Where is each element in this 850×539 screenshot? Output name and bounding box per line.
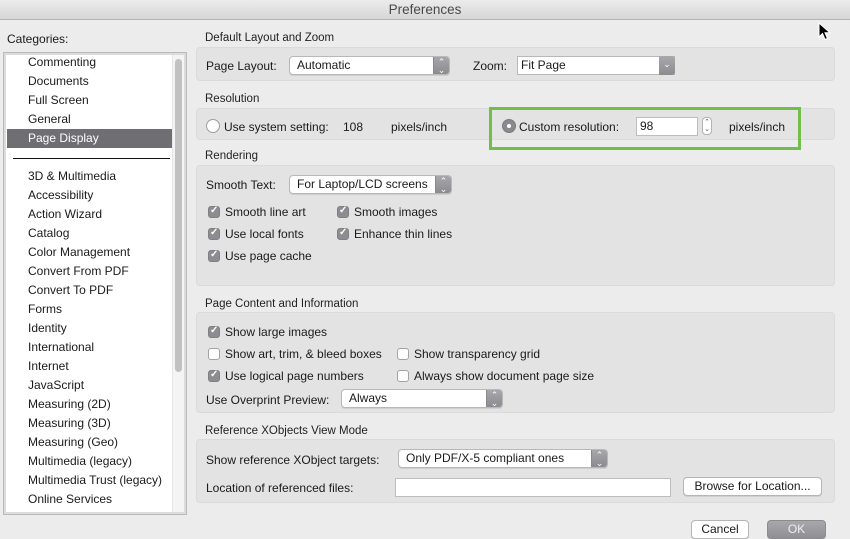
category-item[interactable]: Accessibility [28, 186, 93, 205]
smooth-images-label: Smooth images [354, 205, 438, 219]
window-title: Preferences [388, 2, 462, 17]
updown-chevron-icon: ⌃ ⌄ [433, 57, 449, 74]
use-local-fonts-label: Use local fonts [225, 227, 304, 241]
system-setting-label: Use system setting: [224, 120, 329, 134]
category-item-general[interactable]: General [28, 110, 71, 129]
category-item[interactable]: Forms [28, 300, 62, 319]
category-item[interactable]: Measuring (3D) [28, 414, 111, 433]
categories-label: Categories: [7, 32, 69, 46]
smooth-line-art-checkbox[interactable] [208, 205, 220, 218]
enhance-thin-lines-checkbox[interactable] [337, 227, 349, 240]
xobjects-panel: Show reference XObject targets: Only PDF… [196, 439, 835, 503]
show-art-trim-bleed-label: Show art, trim, & bleed boxes [225, 347, 382, 361]
custom-resolution-highlight [489, 107, 801, 150]
category-item[interactable]: Convert To PDF [28, 281, 113, 300]
category-item[interactable]: Online Services [28, 490, 112, 509]
system-resolution-unit: pixels/inch [391, 120, 448, 134]
system-setting-radio[interactable] [206, 119, 220, 133]
system-resolution-value: 108 [343, 120, 364, 134]
referenced-files-location-input[interactable] [395, 478, 671, 497]
category-item[interactable]: Catalog [28, 224, 69, 243]
category-item[interactable]: 3D & Multimedia [28, 167, 116, 186]
show-transparency-grid-checkbox[interactable] [397, 348, 409, 360]
xobject-targets-value: Only PDF/X-5 compliant ones [406, 451, 565, 465]
category-item[interactable]: Convert From PDF [28, 262, 129, 281]
category-item-page-display[interactable]: Page Display [7, 129, 177, 148]
section-title-rendering: Rendering [205, 150, 259, 162]
page-layout-value: Automatic [297, 58, 351, 72]
ok-button[interactable]: OK [767, 520, 826, 539]
overprint-preview-value: Always [349, 391, 388, 405]
smooth-line-art-label: Smooth line art [225, 205, 306, 219]
section-title-layout-zoom: Default Layout and Zoom [205, 32, 335, 44]
smooth-images-checkbox[interactable] [337, 205, 349, 218]
page-layout-select[interactable]: Automatic ⌃ ⌄ [289, 56, 450, 75]
show-art-trim-bleed-checkbox[interactable] [208, 348, 220, 360]
mouse-cursor-icon [818, 22, 832, 41]
smooth-text-select[interactable]: For Laptop/LCD screens ⌃ ⌄ [289, 175, 452, 194]
use-logical-page-numbers-label: Use logical page numbers [225, 369, 364, 383]
categories-scrollbar[interactable] [172, 55, 184, 512]
show-transparency-grid-label: Show transparency grid [414, 347, 541, 361]
always-show-page-size-checkbox[interactable] [397, 370, 409, 382]
zoom-value: Fit Page [521, 58, 566, 72]
use-page-cache-checkbox[interactable] [208, 249, 220, 262]
smooth-text-label: Smooth Text: [206, 178, 276, 192]
category-item[interactable]: Multimedia Trust (legacy) [28, 471, 162, 490]
categories-list[interactable]: Commenting Documents Full Screen General… [3, 52, 187, 515]
smooth-text-value: For Laptop/LCD screens [297, 177, 428, 191]
use-logical-page-numbers-checkbox[interactable] [208, 369, 220, 382]
category-item[interactable]: Internet [28, 357, 69, 376]
category-item[interactable]: Measuring (2D) [28, 395, 111, 414]
always-show-page-size-label: Always show document page size [414, 369, 595, 383]
category-item[interactable]: Measuring (Geo) [28, 433, 118, 452]
xobject-targets-select[interactable]: Only PDF/X-5 compliant ones ⌃ ⌄ [398, 449, 608, 468]
section-title-xobjects: Reference XObjects View Mode [205, 425, 368, 437]
updown-chevron-icon: ⌃ ⌄ [435, 176, 451, 193]
scrollbar-thumb[interactable] [175, 59, 182, 372]
enhance-thin-lines-label: Enhance thin lines [354, 227, 453, 241]
category-item[interactable]: Action Wizard [28, 205, 102, 224]
category-separator [13, 158, 170, 159]
cancel-button[interactable]: Cancel [691, 520, 749, 539]
category-item[interactable]: Identity [28, 319, 67, 338]
browse-for-location-button[interactable]: Browse for Location... [683, 477, 822, 496]
section-title-page-content: Page Content and Information [205, 298, 359, 310]
updown-chevron-icon: ⌃ ⌄ [486, 390, 502, 407]
category-item-documents[interactable]: Documents [28, 72, 89, 91]
category-item-full-screen[interactable]: Full Screen [28, 91, 89, 110]
updown-chevron-icon: ⌃ ⌄ [591, 450, 607, 467]
category-item[interactable]: Color Management [28, 243, 130, 262]
category-item[interactable]: Multimedia (legacy) [28, 452, 132, 471]
rendering-panel: Smooth Text: For Laptop/LCD screens ⌃⌄ Sm… [196, 165, 835, 286]
category-item-commenting[interactable]: Commenting [28, 53, 96, 72]
layout-zoom-panel: Page Layout: Automatic ⌃ ⌄ Zoom: Fit Page ⌄ [196, 47, 835, 81]
use-local-fonts-checkbox[interactable] [208, 227, 220, 240]
show-large-images-checkbox[interactable] [208, 325, 220, 338]
overprint-preview-select[interactable]: Always ⌃ ⌄ [341, 389, 503, 408]
zoom-combo[interactable]: Fit Page ⌄ [517, 56, 675, 75]
category-item[interactable]: JavaScript [28, 376, 84, 395]
referenced-files-location-label: Location of referenced files: [206, 481, 354, 495]
overprint-preview-label: Use Overprint Preview: [206, 393, 330, 407]
section-title-resolution: Resolution [205, 93, 260, 105]
page-layout-label: Page Layout: [206, 59, 277, 73]
category-item[interactable]: International [28, 338, 94, 357]
chevron-down-icon[interactable]: ⌄ [659, 56, 675, 75]
use-page-cache-label: Use page cache [225, 249, 312, 263]
show-large-images-label: Show large images [225, 325, 328, 339]
page-content-panel: Show large images Show art, trim, & blee… [196, 312, 835, 413]
zoom-label: Zoom: [473, 59, 508, 73]
xobject-targets-label: Show reference XObject targets: [206, 453, 380, 467]
window-title-bar: Preferences [0, 0, 850, 20]
